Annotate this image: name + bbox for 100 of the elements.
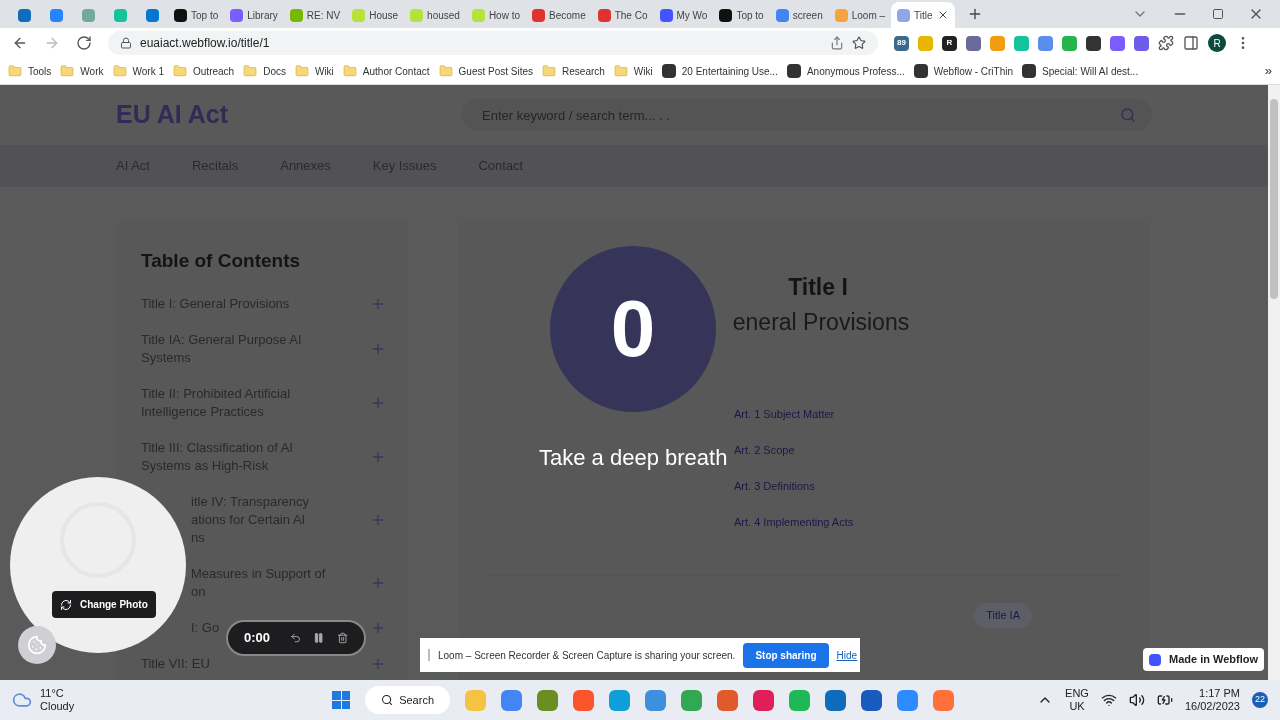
browser-tab[interactable]: Top to [713, 2, 770, 28]
app-icon[interactable] [825, 689, 846, 711]
app-icon[interactable] [861, 689, 882, 711]
bookmark[interactable]: Outreach [173, 63, 235, 79]
extensions-icon[interactable] [1158, 35, 1174, 51]
bookmark[interactable]: 20 Entertaining Use... [661, 63, 778, 79]
site-icon [661, 64, 676, 78]
lock-icon [120, 37, 132, 49]
temperature: 11°C [40, 687, 65, 700]
folder-icon [112, 64, 127, 78]
bookmark[interactable]: Anonymous Profess... [786, 63, 905, 79]
browser-tab[interactable]: screen [769, 2, 829, 28]
bookmark[interactable]: Tools [8, 63, 52, 79]
browser-tab[interactable]: Become [526, 2, 592, 28]
folder-icon [438, 64, 453, 78]
wifi-icon[interactable] [1100, 692, 1117, 708]
app-icon[interactable] [681, 689, 702, 711]
browser-tab[interactable]: My Wo [653, 2, 714, 28]
forward-icon[interactable] [44, 35, 60, 51]
bookmark-star-icon[interactable] [852, 36, 866, 50]
bookmark[interactable]: Webflow - CriThin [913, 63, 1014, 79]
bookmark[interactable]: Research [542, 63, 605, 79]
app-icon[interactable] [753, 689, 774, 711]
bookmark[interactable]: Work 1 [112, 63, 164, 79]
notification-badge[interactable]: 22 [1252, 692, 1268, 708]
countdown-message: Take a deep breath [539, 444, 728, 472]
more-bookmarks[interactable]: » [1264, 61, 1272, 81]
folder-icon [342, 64, 357, 78]
app-icon[interactable] [933, 689, 954, 711]
bookmark[interactable]: Docs [243, 63, 286, 79]
weather-condition: Cloudy [40, 700, 75, 713]
search-icon[interactable] [1120, 107, 1137, 123]
bookmark[interactable]: Author Contact [342, 63, 430, 79]
recording-timer: 0:00 [244, 629, 271, 648]
folder-icon [173, 64, 187, 78]
webflow-badge[interactable]: Made in Webflow [1143, 648, 1265, 671]
webflow-logo-icon [1149, 653, 1161, 666]
bookmark[interactable]: Guest Post Sites [438, 63, 534, 79]
hide-link[interactable]: Hide [836, 647, 858, 663]
change-photo-button[interactable]: Change Photo [52, 591, 156, 618]
search-icon [381, 693, 394, 707]
browser-tab[interactable]: Library [224, 2, 284, 28]
language-indicator[interactable]: UK [1069, 700, 1085, 713]
side-panel-icon[interactable] [1183, 35, 1199, 51]
app-icon[interactable] [645, 689, 666, 711]
volume-icon[interactable] [1128, 692, 1145, 708]
scrollbar[interactable] [1268, 85, 1280, 680]
app-icon[interactable] [897, 689, 918, 711]
bookmark[interactable]: Wiki [294, 63, 334, 79]
sharing-message: Loom – Screen Recorder & Screen Capture is sharing your screen. [438, 648, 736, 663]
folder-icon [613, 64, 628, 78]
delete-icon[interactable] [336, 630, 348, 646]
battery-icon[interactable] [1156, 692, 1173, 708]
start-icon[interactable] [332, 691, 350, 709]
site-icon [1022, 64, 1037, 78]
browser-tab[interactable]: The Co [591, 2, 654, 28]
browser-tab[interactable]: housed [404, 2, 466, 28]
article-title: Title I [788, 273, 848, 302]
effects-button[interactable] [18, 626, 56, 664]
browser-tab[interactable]: House [346, 2, 405, 28]
language-indicator[interactable]: ENG [1065, 687, 1089, 700]
app-icon[interactable] [501, 689, 522, 711]
profile-avatar[interactable]: R [1208, 34, 1226, 52]
site-icon [913, 64, 928, 78]
clock-time[interactable]: 1:17 PM [1199, 687, 1240, 700]
bookmark[interactable]: Special: Will AI dest... [1022, 63, 1139, 79]
folder-icon [60, 64, 75, 78]
maximize-icon[interactable] [1212, 8, 1224, 20]
back-icon[interactable] [12, 35, 28, 51]
folder-icon [8, 64, 22, 78]
app-icon[interactable] [573, 689, 594, 711]
toc-title: Table of Contents [141, 249, 302, 273]
clock-date[interactable]: 16/02/2023 [1184, 700, 1240, 713]
address-bar[interactable]: euaiact.webflow.io/title/1 [108, 31, 878, 55]
folder-icon [542, 64, 557, 78]
reload-icon[interactable] [76, 35, 92, 51]
cloud-icon[interactable] [12, 690, 32, 710]
browser-tab[interactable]: Top to [168, 2, 225, 28]
taskbar-search[interactable]: Search [365, 686, 450, 714]
app-icon[interactable] [537, 689, 558, 711]
share-icon[interactable] [830, 36, 844, 50]
extension-icon[interactable] [1086, 35, 1101, 51]
browser-tab[interactable]: Loom – [828, 2, 892, 28]
app-icon[interactable] [609, 689, 630, 711]
app-icon[interactable] [717, 689, 738, 711]
article-subtitle: eneral Provisions [731, 307, 910, 337]
drag-handle-icon[interactable] [428, 649, 430, 661]
extension-icon[interactable]: 89 [894, 35, 909, 51]
bookmark[interactable]: Wiki [613, 63, 653, 79]
site-icon [786, 64, 801, 78]
swap-icon [60, 598, 72, 611]
browser-tab[interactable]: Title [891, 2, 955, 28]
extension-icon[interactable]: R [942, 35, 957, 51]
pause-icon[interactable] [313, 630, 325, 646]
cookie-icon [27, 635, 47, 655]
stop-sharing-button[interactable]: Stop sharing [743, 642, 829, 668]
folder-icon [294, 64, 309, 78]
browser-tab[interactable]: RE: NV [283, 2, 347, 28]
bookmark[interactable]: Work [60, 63, 104, 79]
browser-tab[interactable]: How to [465, 2, 526, 28]
